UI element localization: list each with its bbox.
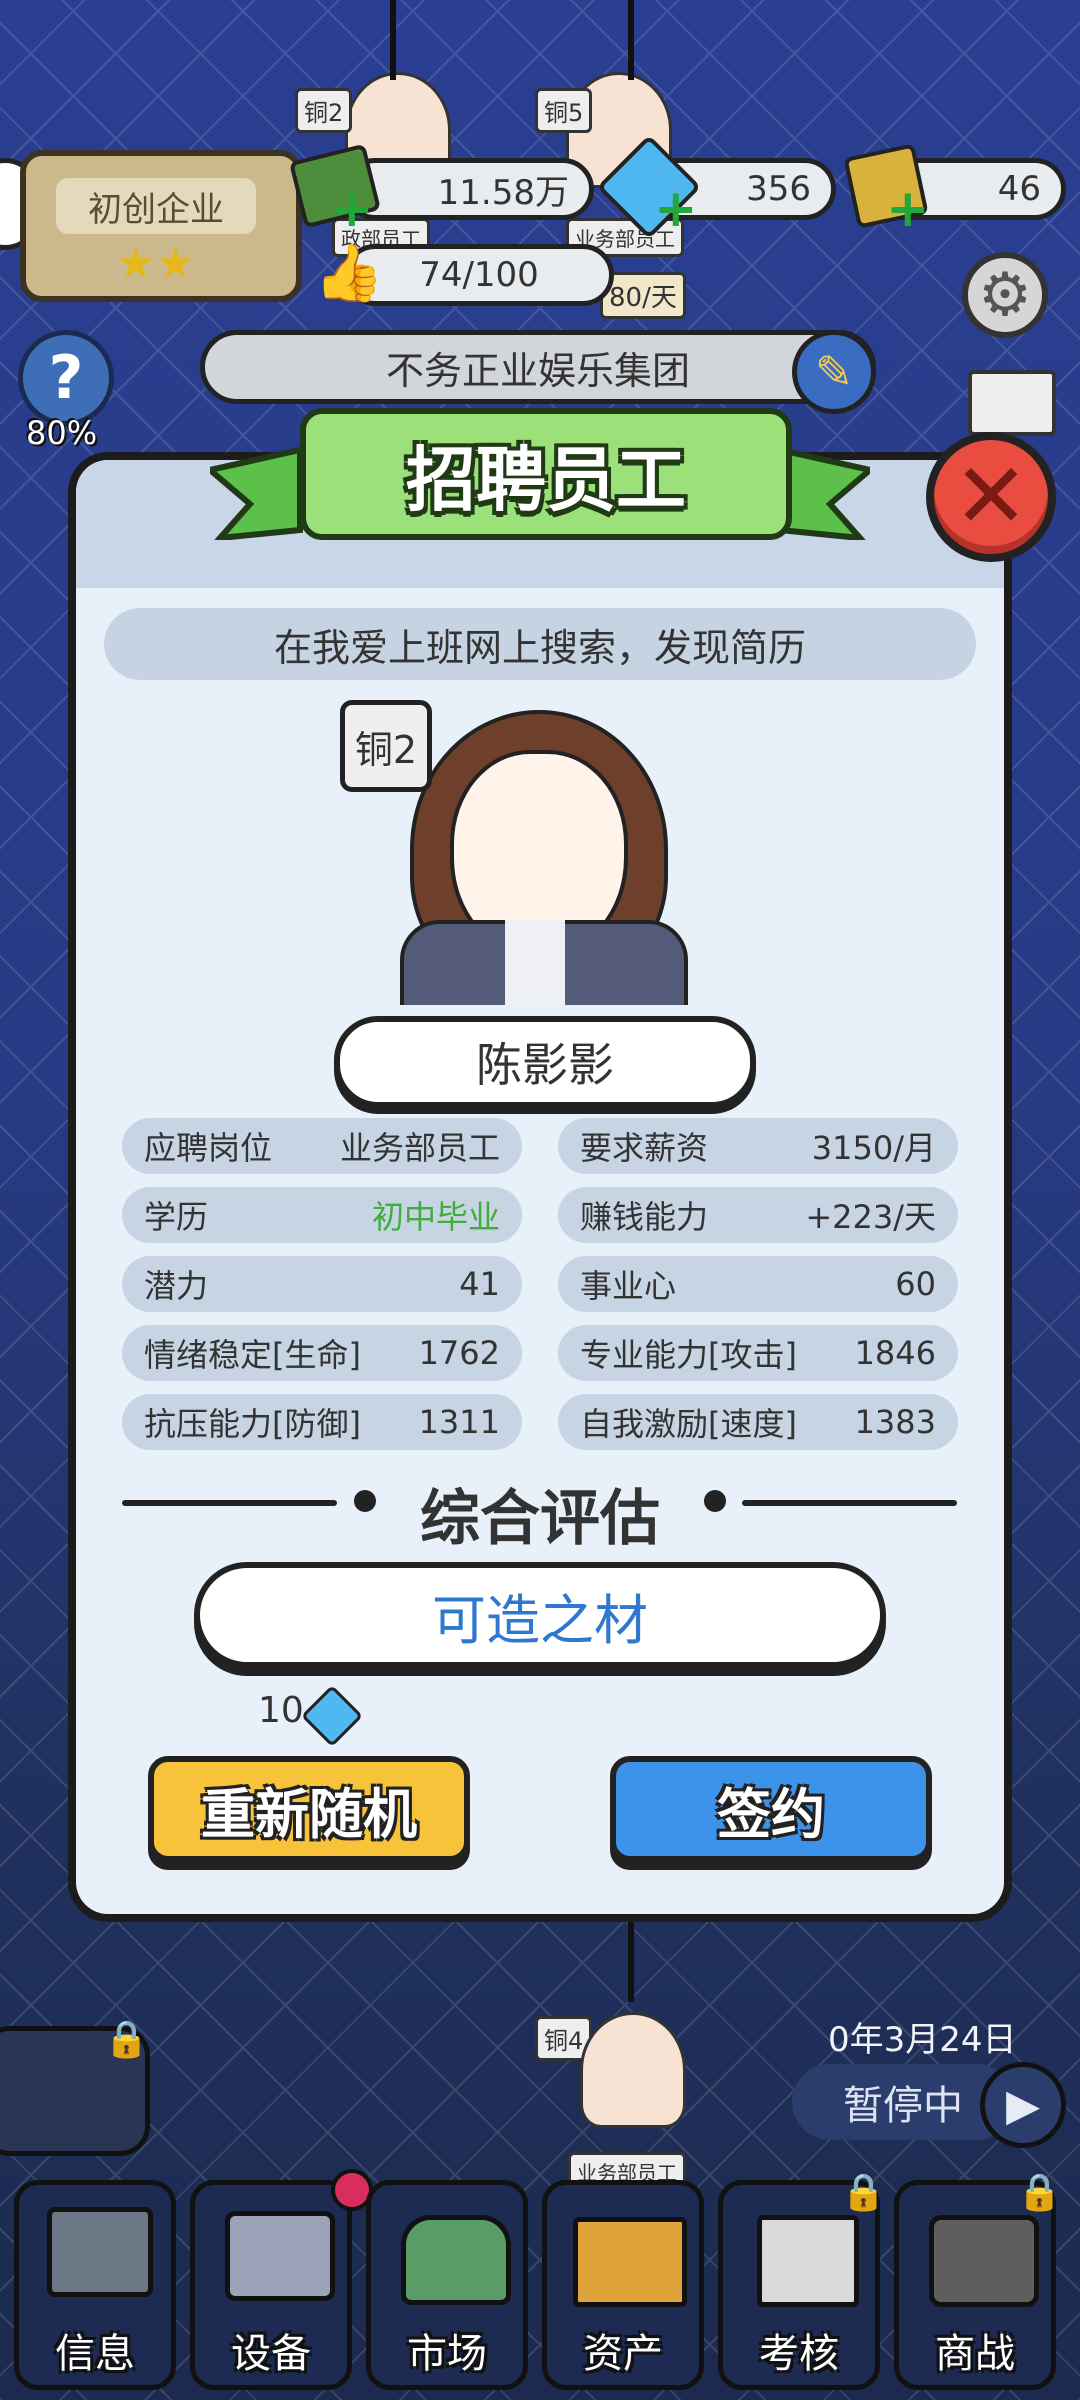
- stat-value: 1311: [418, 1403, 500, 1441]
- help-percent: 80%: [26, 414, 98, 452]
- reroll-button[interactable]: 重新随机: [148, 1756, 470, 1862]
- add-money-icon[interactable]: +: [330, 183, 374, 235]
- rank-tag: 铜5: [535, 88, 593, 133]
- chess-icon: [929, 2215, 1039, 2307]
- stat-label: 赚钱能力: [580, 1198, 709, 1236]
- lock-icon: 🔒: [1017, 2172, 1062, 2213]
- sign-button[interactable]: 签约: [610, 1756, 932, 1862]
- stat-row: 学历 初中毕业: [122, 1187, 522, 1243]
- stat-label: 事业心: [580, 1267, 677, 1305]
- close-button[interactable]: ✕: [926, 432, 1056, 562]
- game-date: 0年3月24日: [828, 2020, 1017, 2060]
- shirt-shape: [505, 920, 565, 1005]
- satisfaction-counter[interactable]: 74/100: [344, 244, 614, 306]
- growth-chart-icon: [573, 2217, 687, 2307]
- stat-label: 学历: [144, 1198, 209, 1236]
- stat-value: 1383: [854, 1403, 936, 1441]
- employee-avatar-bottom[interactable]: [580, 2012, 686, 2128]
- stat-row: 抗压能力[防御] 1311: [122, 1394, 522, 1450]
- gear-icon[interactable]: ⚙: [962, 252, 1048, 338]
- nav-review[interactable]: 🔒 考核: [718, 2172, 886, 2390]
- stat-value: 60: [895, 1265, 936, 1303]
- nav-assets[interactable]: 资产: [542, 2180, 704, 2390]
- stat-row: 潜力 41: [122, 1256, 522, 1312]
- satisfaction-value: 74/100: [419, 255, 539, 295]
- printer-icon: [225, 2211, 335, 2301]
- stat-value: +223/天: [805, 1198, 936, 1236]
- stat-label: 潜力: [144, 1267, 209, 1305]
- nav-label: 信息: [55, 2331, 135, 2377]
- evaluation-title: 综合评估: [420, 1484, 660, 1554]
- building-icon: [401, 2215, 511, 2305]
- mail-icon[interactable]: [968, 370, 1056, 436]
- stat-row: 专业能力[攻击] 1846: [558, 1325, 958, 1381]
- stat-label: 自我激励[速度]: [580, 1405, 797, 1443]
- diamond-value: 356: [746, 169, 811, 209]
- nav-label: 资产: [583, 2331, 663, 2377]
- candidate-rank-tag: 铜2: [340, 700, 432, 792]
- stat-row: 应聘岗位 业务部员工: [122, 1118, 522, 1174]
- stat-value: 1762: [418, 1334, 500, 1372]
- company-name-bar: 不务正业娱乐集团: [200, 330, 876, 404]
- rank-tag: 铜2: [295, 88, 353, 133]
- stat-label: 应聘岗位: [144, 1129, 273, 1167]
- nav-business-war[interactable]: 🔒 商战: [894, 2172, 1062, 2390]
- add-ticket-icon[interactable]: +: [886, 183, 930, 235]
- stat-row: 自我激励[速度] 1383: [558, 1394, 958, 1450]
- stat-label: 情绪稳定[生命]: [144, 1336, 361, 1374]
- stat-label: 抗压能力[防御]: [144, 1405, 361, 1443]
- nav-label: 设备: [231, 2331, 311, 2377]
- stat-value-education: 初中毕业: [371, 1198, 500, 1236]
- connector-line: [390, 0, 396, 80]
- company-name: 不务正业娱乐集团: [385, 348, 690, 393]
- edit-name-icon[interactable]: ✎: [792, 330, 876, 414]
- nav-info[interactable]: 信息: [14, 2180, 176, 2390]
- lock-icon: 🔒: [841, 2172, 886, 2213]
- ticket-value: 46: [997, 169, 1041, 209]
- stat-value: 3150/月: [811, 1129, 936, 1167]
- divider-dot: [704, 1490, 726, 1512]
- money-value: 11.58万: [437, 172, 569, 213]
- evaluation-result: 可造之材: [194, 1562, 886, 1668]
- company-level-badge[interactable]: 初创企业 ★★: [20, 150, 302, 302]
- help-icon[interactable]: ?: [18, 330, 114, 426]
- play-button[interactable]: ▶: [980, 2062, 1066, 2148]
- lock-icon: 🔒: [104, 2019, 149, 2060]
- stat-value: 业务部员工: [339, 1129, 500, 1167]
- nav-label: 考核: [759, 2331, 839, 2377]
- stat-row: 要求薪资 3150/月: [558, 1118, 958, 1174]
- stat-row: 情绪稳定[生命] 1762: [122, 1325, 522, 1381]
- thumbs-up-icon: 👍: [314, 241, 384, 306]
- stat-row: 赚钱能力 +223/天: [558, 1187, 958, 1243]
- nav-equipment[interactable]: 设备: [190, 2169, 373, 2390]
- stat-label: 要求薪资: [580, 1129, 709, 1167]
- close-icon: ✕: [953, 444, 1029, 549]
- monitor-icon: [47, 2207, 153, 2297]
- play-icon: ▶: [1006, 2079, 1040, 2131]
- documents-icon: [757, 2215, 859, 2307]
- add-diamond-icon[interactable]: +: [654, 183, 698, 235]
- star-icon: ★★: [116, 238, 195, 289]
- stat-value: 41: [459, 1265, 500, 1303]
- connector-line: [628, 0, 634, 80]
- stat-label: 专业能力[攻击]: [580, 1336, 797, 1374]
- nav-label: 市场: [407, 2331, 487, 2377]
- company-level-label: 初创企业: [56, 178, 256, 234]
- candidate-name: 陈影影: [334, 1016, 756, 1108]
- stat-value: 1846: [854, 1334, 936, 1372]
- divider-line: [742, 1500, 957, 1506]
- nav-label: 商战: [935, 2331, 1015, 2377]
- stat-row: 事业心 60: [558, 1256, 958, 1312]
- nav-market[interactable]: 市场: [366, 2180, 528, 2390]
- connector-line: [628, 1922, 634, 2002]
- modal-title: 招聘员工: [300, 408, 792, 540]
- money-counter[interactable]: 11.58万: [344, 158, 594, 220]
- source-banner: 在我爱上班网上搜索，发现简历: [104, 608, 976, 680]
- reroll-cost: 10: [258, 1690, 304, 1731]
